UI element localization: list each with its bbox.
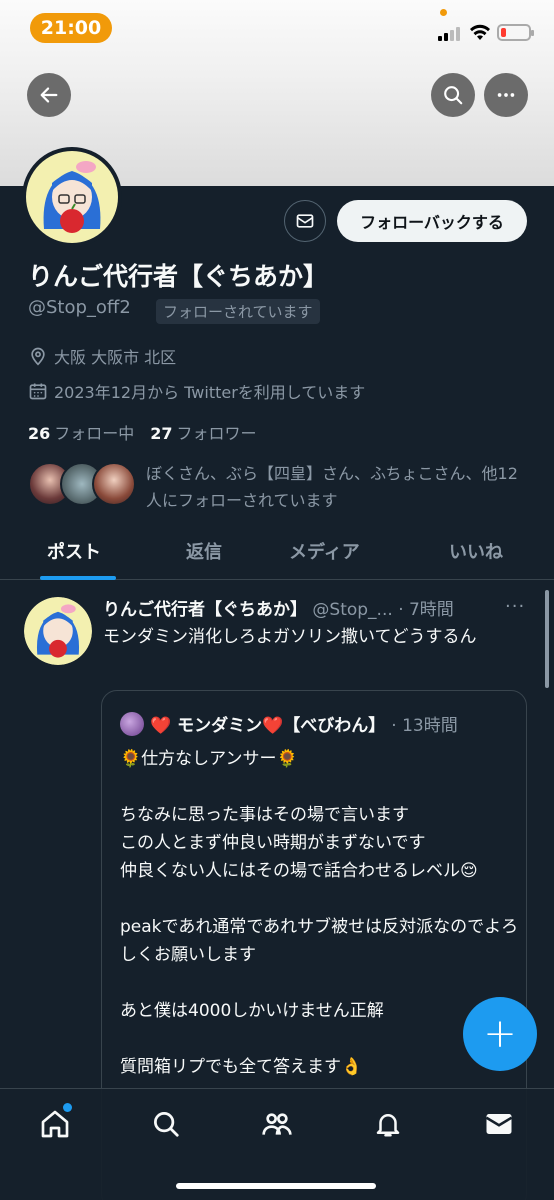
back-button[interactable] (27, 73, 71, 117)
more-options-button[interactable] (484, 73, 528, 117)
quote-line: 質問箱リプでも全て答えます👌 (120, 1057, 363, 1077)
post-author-name[interactable]: りんご代行者【ぐちあか】 (103, 600, 307, 620)
location-text: 大阪 大阪市 北区 (54, 348, 177, 367)
recording-indicator (440, 9, 447, 16)
avatar-illustration (24, 597, 92, 665)
search-icon (444, 86, 463, 105)
avatar (92, 462, 136, 506)
followers-count: 27 (150, 424, 173, 443)
bottom-navigation (0, 1088, 554, 1200)
home-indicator (176, 1183, 376, 1189)
communities-icon (262, 1113, 292, 1135)
more-icon (497, 93, 515, 97)
quote-line: あと僕は4000しかいけません正解 (120, 1001, 384, 1021)
follows-you-badge: フォローされています (156, 299, 320, 324)
mutual-followers-text[interactable]: ぼくさん、ぶら【四皇】さん、ふちょこさん、他12人にフォローされています (146, 460, 526, 514)
status-time: 21:00 (30, 13, 112, 43)
quote-line: ちなみに思った事はその場で言います (120, 805, 409, 825)
post-time: · 7時間 (398, 600, 454, 620)
quote-line: 仲良くない人にはその場で話合わせるレベル😌 (120, 861, 478, 881)
post-header: りんご代行者【ぐちあか】 @Stop_... · 7時間 (103, 595, 493, 620)
profile-tabs: ポスト 返信 メディア いいね (0, 528, 554, 580)
follow-counts: 26 フォロー中 27 フォロワー (28, 420, 257, 444)
following-label: フォロー中 (54, 424, 135, 443)
home-icon (41, 1110, 69, 1138)
nav-notifications[interactable] (371, 1107, 405, 1141)
search-button[interactable] (431, 73, 475, 117)
tab-posts[interactable]: ポスト (47, 538, 101, 564)
quote-line (120, 885, 520, 913)
quote-text: 🌻仕方なしアンサー🌻 ちなみに思った事はその場で言います この人とまず仲良い時期… (120, 745, 520, 1081)
joined-row: 2023年12月から Twitterを利用しています (28, 379, 365, 403)
nav-messages[interactable] (482, 1107, 516, 1141)
followers-link[interactable]: 27 フォロワー (150, 420, 256, 444)
message-button[interactable] (284, 200, 326, 242)
back-arrow-icon (40, 87, 58, 103)
messages-icon (485, 1114, 513, 1134)
mutual-followers-avatars[interactable] (28, 462, 136, 506)
nav-communities[interactable] (260, 1107, 294, 1141)
avatar-illustration (26, 151, 118, 243)
profile-name: りんご代行者【ぐちあか】 (28, 262, 329, 291)
quote-time: · 13時間 (391, 716, 458, 736)
compose-post-button[interactable]: + (463, 997, 537, 1071)
location-pin-icon (31, 347, 45, 366)
calendar-icon (29, 383, 47, 400)
scrollbar[interactable] (545, 590, 549, 688)
battery-icon (497, 24, 534, 41)
envelope-icon (296, 214, 314, 228)
profile-avatar[interactable] (22, 147, 122, 247)
active-tab-indicator (40, 576, 116, 580)
quote-line (120, 1025, 520, 1053)
nav-search[interactable] (149, 1107, 183, 1141)
nav-home[interactable] (38, 1103, 72, 1141)
tab-likes[interactable]: いいね (449, 538, 503, 564)
quote-author-name: ❤️ モンダミン❤️【べびわん】 (150, 716, 386, 736)
tab-replies[interactable]: 返信 (186, 538, 222, 564)
quote-header: ❤️ モンダミン❤️【べびわん】 · 13時間 (120, 711, 458, 736)
notification-dot (63, 1103, 72, 1112)
cellular-signal-icon (438, 26, 462, 41)
joined-text: 2023年12月から Twitterを利用しています (54, 383, 366, 402)
post-author-avatar[interactable] (24, 597, 92, 665)
quote-line (120, 773, 520, 801)
following-count: 26 (28, 424, 51, 443)
follow-back-button[interactable]: フォローバックする (337, 200, 527, 242)
status-bar: 21:00 (0, 0, 554, 56)
followers-label: フォロワー (176, 424, 257, 443)
quote-line (120, 969, 520, 997)
post-more-button[interactable]: ··· (505, 596, 525, 617)
quote-line: この人とまず仲良い時期がまずないです (120, 833, 426, 853)
post-author-handle: @Stop_... (312, 600, 393, 620)
quote-author-avatar (120, 711, 144, 736)
following-link[interactable]: 26 フォロー中 (28, 420, 134, 444)
search-icon (154, 1112, 179, 1137)
tab-media[interactable]: メディア (289, 538, 360, 564)
quote-line: 🌻仕方なしアンサー🌻 (120, 749, 298, 769)
wifi-icon (470, 24, 490, 40)
post-text: モンダミン消化しろよガソリン撒いてどうするん (103, 627, 477, 647)
location-row: 大阪 大阪市 北区 (28, 344, 176, 368)
quote-line: peakであれ通常であれサブ被せは反対派なのでよろしくお願いします (120, 917, 519, 965)
notifications-icon (376, 1114, 400, 1137)
profile-handle: @Stop_off2 (28, 297, 131, 318)
